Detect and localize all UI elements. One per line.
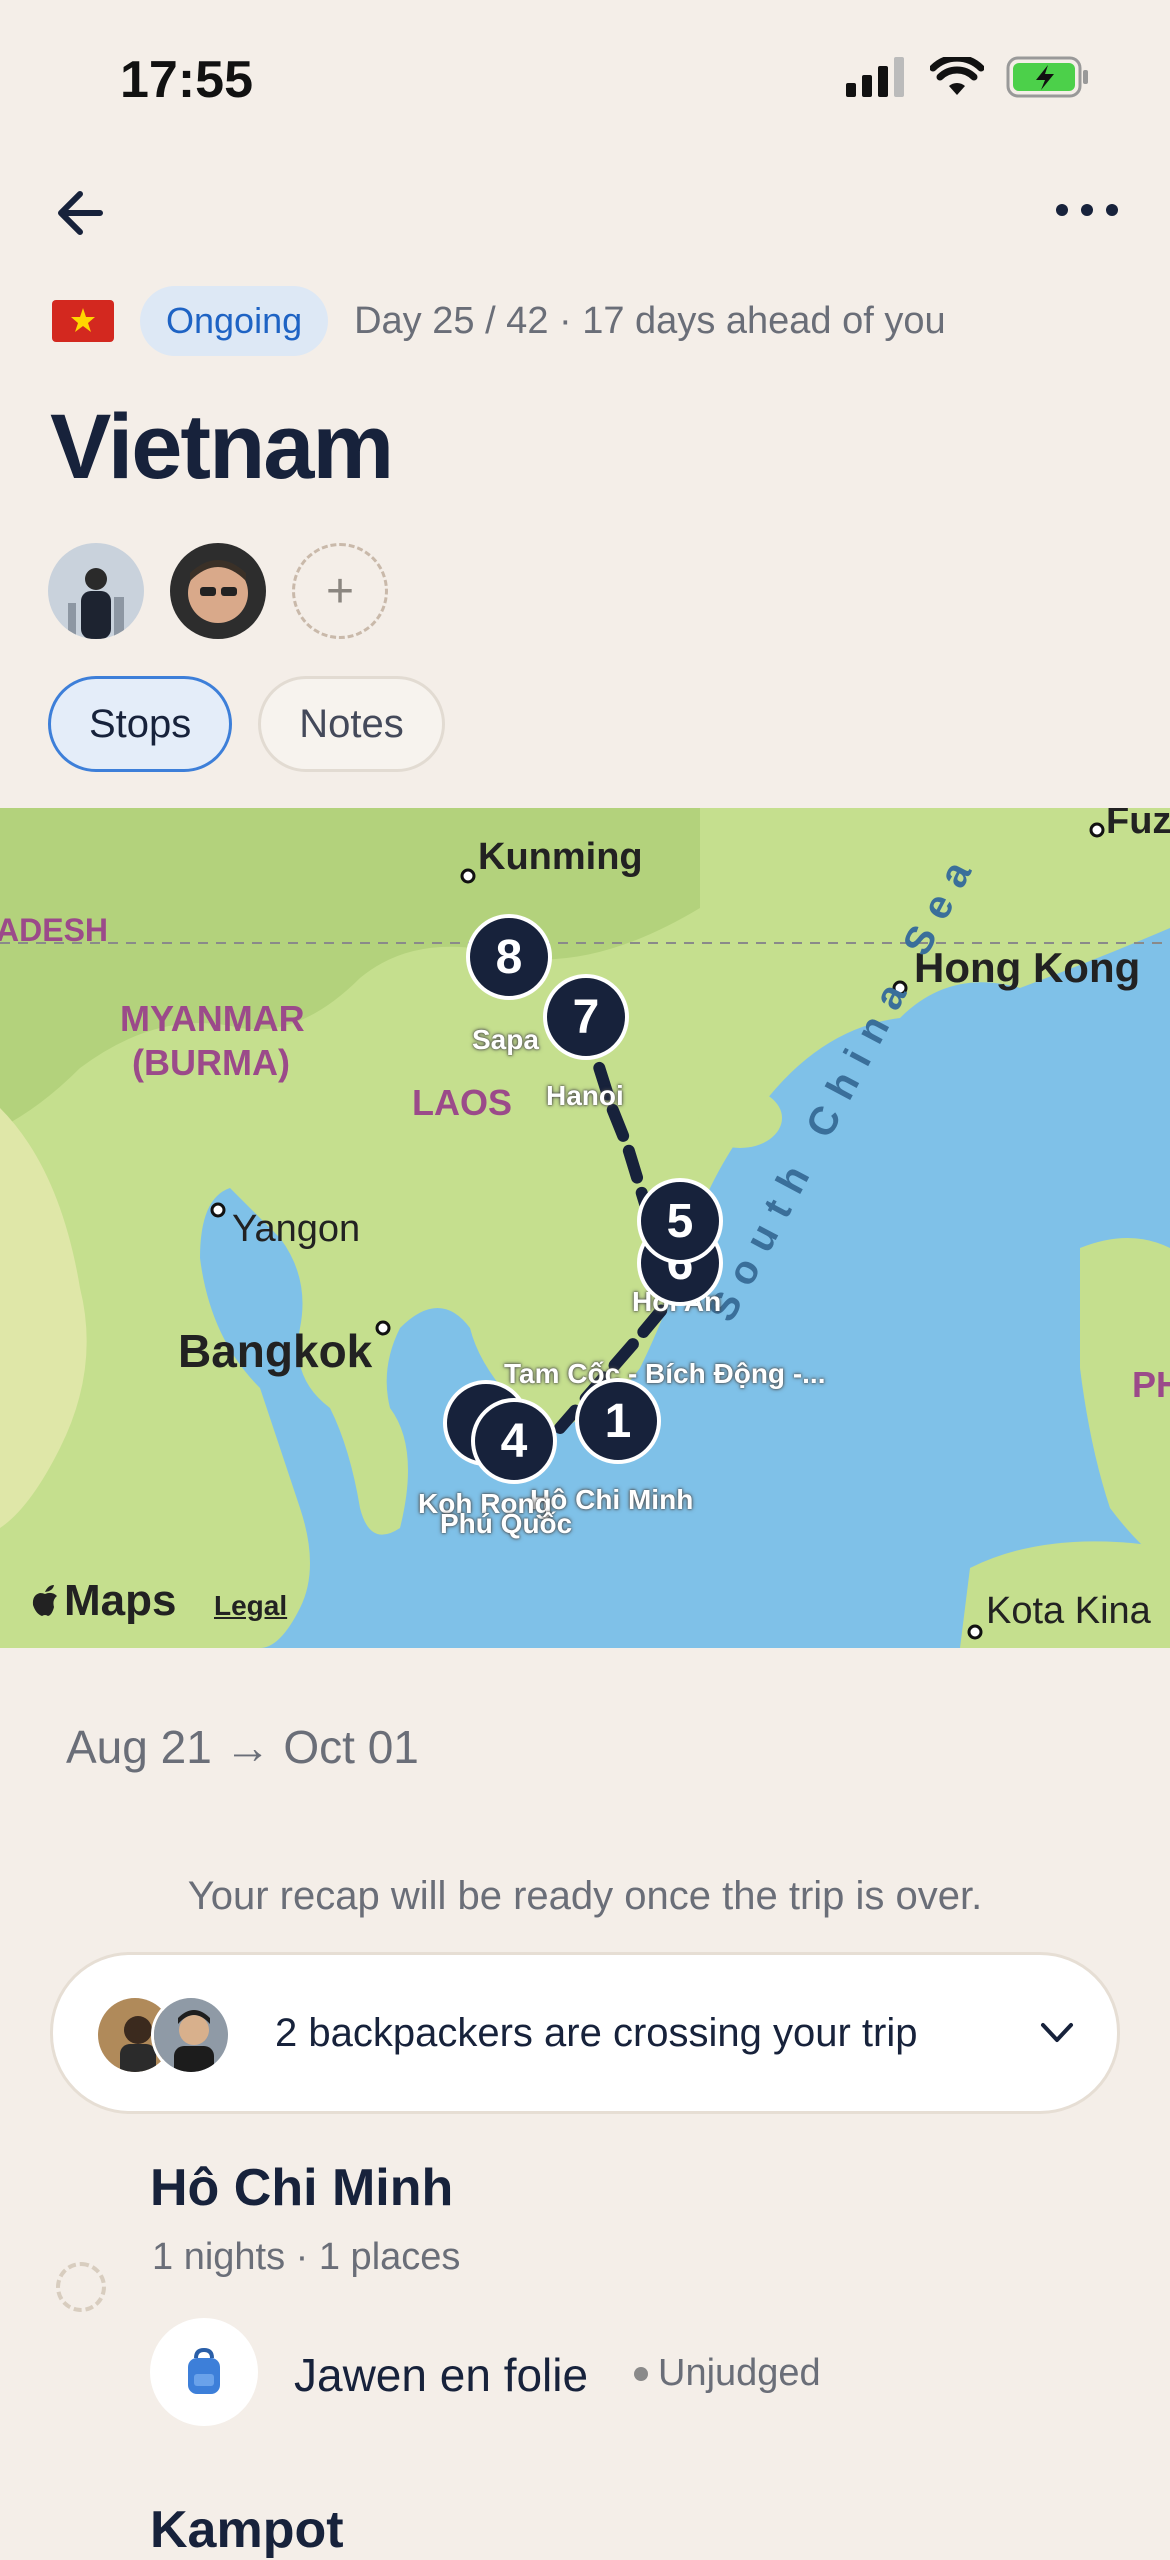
map-label-hong-kong: Hong Kong (914, 944, 1141, 991)
place-status-text: Unjudged (658, 2352, 821, 2394)
loading-spinner-icon (56, 2262, 106, 2312)
stop-marker-5[interactable]: 5 (637, 1178, 723, 1264)
map-label-laos: LAOS (412, 1082, 513, 1123)
page-title: Vietnam (50, 396, 394, 498)
place-status: Unjudged (634, 2352, 821, 2395)
status-dot-icon (634, 2366, 648, 2381)
avatar[interactable] (170, 543, 266, 639)
map-label-yangon: Yangon (232, 1208, 361, 1250)
map-label-kota: Kota Kina (986, 1590, 1151, 1632)
vietnam-flag-icon (52, 300, 114, 342)
stop-label-sapa: Sapa (472, 1024, 539, 1055)
day-progress-text: Day 25 / 42 · 17 days ahead of you (354, 299, 946, 342)
map-label-kunming: Kunming (478, 836, 643, 878)
crossing-backpackers-card[interactable]: 2 backpackers are crossing your trip (50, 1952, 1120, 2114)
battery-icon (1006, 56, 1088, 98)
stop-marker-1[interactable]: 1 (575, 1378, 661, 1464)
trip-meta: Ongoing Day 25 / 42 · 17 days ahead of y… (52, 286, 946, 356)
map-label-ph: PH (1132, 1364, 1170, 1405)
back-arrow-icon[interactable] (48, 178, 118, 248)
map-label-bangkok: Bangkok (178, 1325, 373, 1377)
place-name[interactable]: Jawen en folie (294, 2348, 588, 2402)
recap-message: Your recap will be ready once the trip i… (187, 1874, 983, 1918)
avatar[interactable] (48, 543, 144, 639)
stop-label-hanoi: Hanoi (546, 1080, 624, 1111)
trip-start-date: Aug 21 (66, 1721, 212, 1773)
stop-marker-8[interactable]: 8 (466, 914, 552, 1000)
map-background (0, 808, 1170, 1648)
status-time: 17:55 (120, 51, 253, 109)
stop-city-title[interactable]: Hô Chi Minh (150, 2158, 453, 2218)
crossing-text: 2 backpackers are crossing your trip (275, 2010, 918, 2055)
view-tabs: Stops Notes (48, 676, 445, 772)
tab-notes[interactable]: Notes (258, 676, 445, 772)
avatar (151, 1995, 231, 2075)
map-label-myanmar: MYANMAR (120, 998, 305, 1039)
date-arrow: → (224, 1721, 271, 1773)
stop-city-title[interactable]: Kampot (150, 2500, 344, 2560)
add-traveler-button[interactable]: + (292, 543, 388, 639)
backpack-icon (150, 2318, 258, 2426)
stop-label-tam-coc: Tam Cốc - Bích Động -... (504, 1358, 826, 1389)
signal-icon (846, 57, 904, 97)
map-legal-link[interactable]: Legal (214, 1590, 287, 1622)
stop-marker-4[interactable]: 4 (471, 1398, 557, 1484)
maps-attribution: Maps (30, 1576, 176, 1626)
map-label-burma: (BURMA) (132, 1042, 290, 1083)
apple-logo-icon (32, 1585, 57, 1616)
map-label-fuz: Fuz (1106, 808, 1170, 842)
wifi-icon (930, 57, 984, 95)
stop-city-summary: 1 nights · 1 places (152, 2236, 461, 2278)
trip-dates: Aug 21 → Oct 01 (66, 1720, 419, 1774)
traveler-avatars: + (48, 543, 388, 639)
chevron-down-icon[interactable] (1037, 2013, 1077, 2053)
map-label-adesh: ADESH (0, 912, 109, 948)
stop-label-phu-quoc: Phú Quốc (440, 1508, 573, 1539)
trip-end-date: Oct 01 (283, 1721, 419, 1773)
trip-map[interactable]: Kunming Hong Kong Fuz ADESH MYANMAR (BUR… (0, 808, 1170, 1648)
status-badge: Ongoing (140, 286, 329, 356)
more-options-icon[interactable] (1052, 200, 1122, 220)
stop-marker-7[interactable]: 7 (543, 974, 629, 1060)
status-icons (846, 56, 1090, 98)
tab-stops[interactable]: Stops (48, 676, 233, 772)
maps-attribution-text: Maps (64, 1576, 177, 1625)
